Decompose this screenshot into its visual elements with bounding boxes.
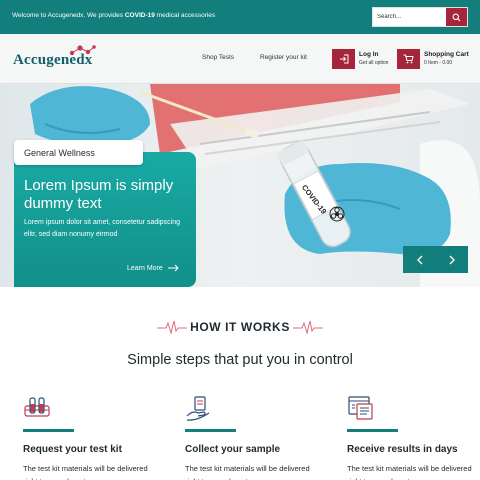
hero-card: Lorem Ipsum is simply dummy text Lorem i… [14, 152, 196, 287]
cart-title[interactable]: Shopping Cart [424, 51, 469, 58]
test-tubes-icon [24, 397, 50, 417]
step-title: Collect your sample [185, 444, 281, 455]
step-text: The test kit materials will be delivered… [347, 464, 472, 480]
login-subtitle: Get all option [359, 60, 389, 66]
chevron-right-icon [449, 255, 455, 264]
nav-shop-tests[interactable]: Shop Tests [202, 54, 234, 61]
step-request-kit: Request your test kit The test kit mater… [23, 394, 158, 480]
hero-body: Lorem ipsum dolor sit amet, consetetur s… [24, 219, 181, 238]
hero-banner: COVID-19 Lorem Ipsum is simply dummy tex… [0, 84, 480, 287]
cart-button[interactable] [397, 49, 420, 69]
logo[interactable]: Accugenedx [13, 44, 125, 74]
welcome-highlight: COVID-19 [124, 12, 155, 19]
arrow-right-icon [167, 264, 179, 272]
step-divider [185, 429, 236, 432]
welcome-suffix: medical accessories [154, 12, 216, 19]
step-divider [347, 429, 398, 432]
how-it-works-subtitle: Simple steps that put you in control [127, 352, 353, 368]
search-button[interactable] [446, 8, 467, 26]
top-bar: Welcome to Accugenedx. We provides COVID… [0, 0, 480, 34]
slider-next-button[interactable] [435, 246, 468, 273]
how-it-works-label: HOW IT WORKS [190, 320, 290, 334]
site-header: Accugenedx Shop Tests Register your kit … [0, 34, 480, 84]
welcome-message: Welcome to Accugenedx. We provides COVID… [12, 12, 215, 19]
chevron-left-icon [416, 255, 422, 264]
learn-more-link[interactable]: Learn More [127, 264, 179, 272]
learn-more-label: Learn More [127, 264, 163, 272]
step-collect-sample: Collect your sample The test kit materia… [185, 394, 320, 480]
search-box [372, 7, 468, 27]
biohazard-icon [329, 206, 345, 222]
logo-text: Accugenedx [13, 52, 93, 68]
step-receive-results: Receive results in days The test kit mat… [347, 394, 480, 480]
step-title: Receive results in days [347, 444, 458, 455]
login-button[interactable] [332, 49, 355, 69]
search-input[interactable] [373, 8, 447, 26]
step-text: The test kit materials will be delivered… [23, 464, 148, 480]
pulse-icon [293, 320, 323, 335]
hero-heading: Lorem Ipsum is simply dummy text [24, 177, 174, 212]
step-title: Request your test kit [23, 444, 122, 455]
results-document-icon [348, 396, 373, 420]
cart-summary: 0 Item - 0.00 [424, 60, 453, 66]
step-text: The test kit materials will be delivered… [185, 464, 310, 480]
step-divider [23, 429, 74, 432]
category-tag-label: General Wellness [24, 148, 95, 158]
how-it-works-title: HOW IT WORKS [0, 320, 480, 334]
sample-hand-icon [186, 396, 210, 421]
login-icon [339, 54, 348, 64]
slider-prev-button[interactable] [403, 246, 436, 273]
category-tag: General Wellness [14, 140, 143, 165]
cart-icon [403, 54, 414, 64]
login-title[interactable]: Log In [359, 51, 379, 58]
nav-register-kit[interactable]: Register your kit [260, 54, 307, 61]
search-icon [452, 13, 461, 21]
welcome-prefix: Welcome to Accugenedx. We provides [12, 12, 125, 19]
